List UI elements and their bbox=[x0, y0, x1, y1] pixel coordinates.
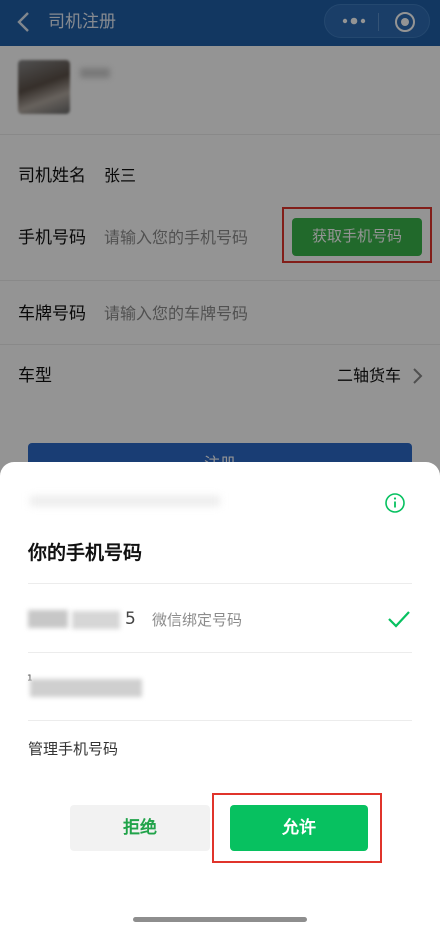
sheet-header-blurred bbox=[30, 496, 220, 506]
reject-button[interactable]: 拒绝 bbox=[70, 805, 210, 851]
highlight-box-allow bbox=[212, 793, 382, 863]
phone-auth-sheet: 你的手机号码 5 微信绑定号码 ¹ 管理手机号码 拒绝 允许 bbox=[0, 462, 440, 930]
phone-number-tail: 5 bbox=[125, 609, 136, 629]
divider bbox=[28, 720, 412, 721]
phone-number-blurred bbox=[72, 611, 120, 629]
info-icon[interactable] bbox=[384, 492, 406, 514]
divider bbox=[28, 583, 412, 584]
sheet-title: 你的手机号码 bbox=[28, 542, 143, 564]
wechat-bound-note: 微信绑定号码 bbox=[152, 611, 243, 629]
phone-number-blurred bbox=[30, 679, 142, 697]
phone-number-blurred bbox=[28, 610, 68, 628]
divider bbox=[28, 652, 412, 653]
manage-phone-link[interactable]: 管理手机号码 bbox=[28, 738, 118, 760]
home-indicator[interactable] bbox=[133, 917, 307, 922]
check-icon bbox=[388, 611, 410, 628]
